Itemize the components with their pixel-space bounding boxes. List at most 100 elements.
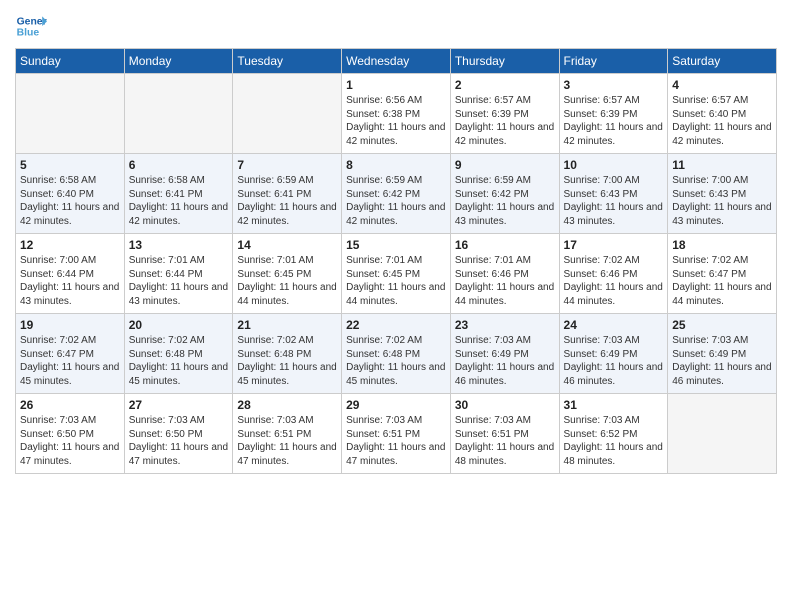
day-number: 3: [564, 78, 664, 92]
day-info: Sunrise: 6:57 AMSunset: 6:40 PMDaylight:…: [672, 95, 771, 147]
day-number: 27: [129, 398, 229, 412]
day-cell: 13 Sunrise: 7:01 AMSunset: 6:44 PMDayligh…: [124, 234, 233, 314]
day-number: 13: [129, 238, 229, 252]
day-info: Sunrise: 7:02 AMSunset: 6:47 PMDaylight:…: [20, 335, 119, 387]
day-info: Sunrise: 7:03 AMSunset: 6:52 PMDaylight:…: [564, 415, 663, 467]
day-info: Sunrise: 7:02 AMSunset: 6:48 PMDaylight:…: [237, 335, 336, 387]
day-cell: 27 Sunrise: 7:03 AMSunset: 6:50 PMDayligh…: [124, 394, 233, 474]
day-number: 26: [20, 398, 120, 412]
day-of-week-header: Thursday: [450, 49, 559, 74]
empty-cell: [16, 74, 125, 154]
day-of-week-header: Saturday: [668, 49, 777, 74]
day-cell: 1 Sunrise: 6:56 AMSunset: 6:38 PMDaylight…: [342, 74, 451, 154]
day-number: 20: [129, 318, 229, 332]
day-info: Sunrise: 7:03 AMSunset: 6:51 PMDaylight:…: [455, 415, 554, 467]
day-number: 11: [672, 158, 772, 172]
day-info: Sunrise: 7:03 AMSunset: 6:49 PMDaylight:…: [672, 335, 771, 387]
day-number: 1: [346, 78, 446, 92]
day-cell: 8 Sunrise: 6:59 AMSunset: 6:42 PMDaylight…: [342, 154, 451, 234]
day-number: 21: [237, 318, 337, 332]
day-number: 4: [672, 78, 772, 92]
day-info: Sunrise: 7:03 AMSunset: 6:49 PMDaylight:…: [455, 335, 554, 387]
page: General Blue SundayMondayTuesdayWednesda…: [0, 0, 792, 612]
day-info: Sunrise: 6:58 AMSunset: 6:41 PMDaylight:…: [129, 175, 228, 227]
day-info: Sunrise: 6:56 AMSunset: 6:38 PMDaylight:…: [346, 95, 445, 147]
day-info: Sunrise: 7:03 AMSunset: 6:51 PMDaylight:…: [346, 415, 445, 467]
day-info: Sunrise: 6:58 AMSunset: 6:40 PMDaylight:…: [20, 175, 119, 227]
day-of-week-header: Friday: [559, 49, 668, 74]
day-cell: 18 Sunrise: 7:02 AMSunset: 6:47 PMDayligh…: [668, 234, 777, 314]
day-cell: 20 Sunrise: 7:02 AMSunset: 6:48 PMDayligh…: [124, 314, 233, 394]
day-cell: 26 Sunrise: 7:03 AMSunset: 6:50 PMDayligh…: [16, 394, 125, 474]
day-info: Sunrise: 7:00 AMSunset: 6:43 PMDaylight:…: [564, 175, 663, 227]
day-cell: 17 Sunrise: 7:02 AMSunset: 6:46 PMDayligh…: [559, 234, 668, 314]
day-cell: 16 Sunrise: 7:01 AMSunset: 6:46 PMDayligh…: [450, 234, 559, 314]
day-info: Sunrise: 7:00 AMSunset: 6:43 PMDaylight:…: [672, 175, 771, 227]
day-info: Sunrise: 7:03 AMSunset: 6:50 PMDaylight:…: [129, 415, 228, 467]
day-cell: 7 Sunrise: 6:59 AMSunset: 6:41 PMDaylight…: [233, 154, 342, 234]
empty-cell: [668, 394, 777, 474]
header: General Blue: [15, 10, 777, 42]
day-info: Sunrise: 7:03 AMSunset: 6:49 PMDaylight:…: [564, 335, 663, 387]
day-number: 18: [672, 238, 772, 252]
day-info: Sunrise: 7:02 AMSunset: 6:46 PMDaylight:…: [564, 255, 663, 307]
day-cell: 14 Sunrise: 7:01 AMSunset: 6:45 PMDayligh…: [233, 234, 342, 314]
day-info: Sunrise: 7:01 AMSunset: 6:45 PMDaylight:…: [237, 255, 336, 307]
day-number: 31: [564, 398, 664, 412]
day-cell: 6 Sunrise: 6:58 AMSunset: 6:41 PMDaylight…: [124, 154, 233, 234]
day-number: 10: [564, 158, 664, 172]
day-cell: 29 Sunrise: 7:03 AMSunset: 6:51 PMDayligh…: [342, 394, 451, 474]
day-number: 2: [455, 78, 555, 92]
day-info: Sunrise: 6:59 AMSunset: 6:41 PMDaylight:…: [237, 175, 336, 227]
empty-cell: [124, 74, 233, 154]
day-cell: 2 Sunrise: 6:57 AMSunset: 6:39 PMDaylight…: [450, 74, 559, 154]
day-cell: 5 Sunrise: 6:58 AMSunset: 6:40 PMDaylight…: [16, 154, 125, 234]
day-info: Sunrise: 6:57 AMSunset: 6:39 PMDaylight:…: [564, 95, 663, 147]
day-info: Sunrise: 7:02 AMSunset: 6:48 PMDaylight:…: [346, 335, 445, 387]
day-number: 24: [564, 318, 664, 332]
day-cell: 3 Sunrise: 6:57 AMSunset: 6:39 PMDaylight…: [559, 74, 668, 154]
day-number: 7: [237, 158, 337, 172]
day-of-week-header: Monday: [124, 49, 233, 74]
day-number: 12: [20, 238, 120, 252]
day-number: 29: [346, 398, 446, 412]
day-info: Sunrise: 7:03 AMSunset: 6:51 PMDaylight:…: [237, 415, 336, 467]
day-info: Sunrise: 6:59 AMSunset: 6:42 PMDaylight:…: [455, 175, 554, 227]
day-info: Sunrise: 6:57 AMSunset: 6:39 PMDaylight:…: [455, 95, 554, 147]
day-number: 14: [237, 238, 337, 252]
day-number: 17: [564, 238, 664, 252]
day-cell: 21 Sunrise: 7:02 AMSunset: 6:48 PMDayligh…: [233, 314, 342, 394]
day-cell: 15Sunrise: 7:01 AMSunset: 6:45 PMDayligh…: [342, 234, 451, 314]
day-cell: 31 Sunrise: 7:03 AMSunset: 6:52 PMDayligh…: [559, 394, 668, 474]
day-number: 28: [237, 398, 337, 412]
generalblue-logo-icon: General Blue: [15, 10, 47, 42]
svg-text:Blue: Blue: [17, 28, 40, 39]
day-number: 5: [20, 158, 120, 172]
day-number: 15: [346, 238, 446, 252]
day-number: 19: [20, 318, 120, 332]
day-number: 22: [346, 318, 446, 332]
day-of-week-header: Wednesday: [342, 49, 451, 74]
day-of-week-header: Sunday: [16, 49, 125, 74]
empty-cell: [233, 74, 342, 154]
day-info: Sunrise: 7:03 AMSunset: 6:50 PMDaylight:…: [20, 415, 119, 467]
day-number: 23: [455, 318, 555, 332]
day-info: Sunrise: 7:01 AMSunset: 6:46 PMDaylight:…: [455, 255, 554, 307]
day-cell: 23 Sunrise: 7:03 AMSunset: 6:49 PMDayligh…: [450, 314, 559, 394]
day-info: Sunrise: 7:00 AMSunset: 6:44 PMDaylight:…: [20, 255, 119, 307]
day-number: 30: [455, 398, 555, 412]
day-number: 8: [346, 158, 446, 172]
day-cell: 12 Sunrise: 7:00 AMSunset: 6:44 PMDayligh…: [16, 234, 125, 314]
day-info: Sunrise: 7:02 AMSunset: 6:47 PMDaylight:…: [672, 255, 771, 307]
day-number: 6: [129, 158, 229, 172]
day-cell: 9Sunrise: 6:59 AMSunset: 6:42 PMDaylight…: [450, 154, 559, 234]
day-cell: 25Sunrise: 7:03 AMSunset: 6:49 PMDayligh…: [668, 314, 777, 394]
day-cell: 19 Sunrise: 7:02 AMSunset: 6:47 PMDayligh…: [16, 314, 125, 394]
day-info: Sunrise: 6:59 AMSunset: 6:42 PMDaylight:…: [346, 175, 445, 227]
day-number: 16: [455, 238, 555, 252]
day-cell: 30 Sunrise: 7:03 AMSunset: 6:51 PMDayligh…: [450, 394, 559, 474]
day-cell: 24 Sunrise: 7:03 AMSunset: 6:49 PMDayligh…: [559, 314, 668, 394]
day-info: Sunrise: 7:01 AMSunset: 6:44 PMDaylight:…: [129, 255, 228, 307]
day-info: Sunrise: 7:02 AMSunset: 6:48 PMDaylight:…: [129, 335, 228, 387]
day-cell: 22 Sunrise: 7:02 AMSunset: 6:48 PMDayligh…: [342, 314, 451, 394]
